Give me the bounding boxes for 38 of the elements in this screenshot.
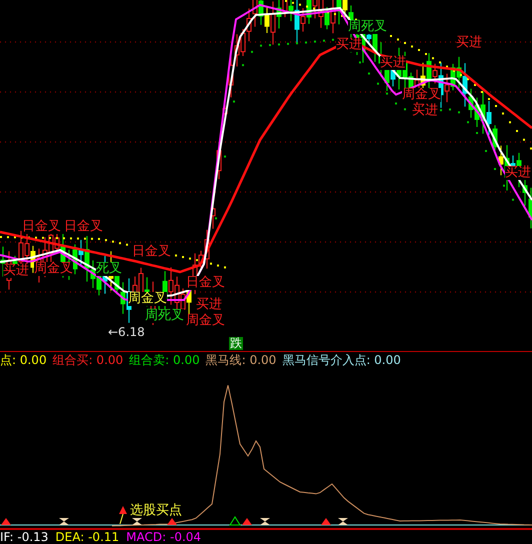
- legend-item: DEA: -0.11: [55, 531, 120, 544]
- chart-annotation: 日金叉: [186, 276, 225, 290]
- chart-annotation: 周金叉: [186, 314, 225, 328]
- chart-annotation: 买进: [412, 104, 438, 118]
- chart-annotation: 日金叉: [22, 220, 61, 234]
- chart-annotation: 周金叉: [402, 88, 441, 102]
- legend-item: 黑马线: 0.00: [206, 354, 276, 366]
- hourglass-marker: [59, 518, 69, 525]
- legend-item: IF: -0.13: [0, 531, 48, 544]
- chart-annotation: 周死叉: [348, 20, 387, 34]
- arrow-icon: [119, 506, 127, 524]
- legend-item: 黑马信号介入点: 0.00: [282, 354, 401, 366]
- legend-item: MACD: -0.04: [126, 531, 202, 544]
- chart-annotation: 日金叉: [132, 245, 171, 259]
- hourglass-marker: [132, 518, 142, 525]
- chart-annotation: 买进: [336, 38, 362, 52]
- chart-annotation: 买进: [3, 264, 29, 278]
- chart-annotation: 日金叉: [64, 220, 103, 234]
- chart-annotation: 买进: [196, 298, 222, 312]
- hourglass-marker: [260, 518, 270, 525]
- triangle-marker: [167, 518, 177, 525]
- triangle-marker: [321, 518, 331, 525]
- chart-annotation: 买进: [456, 36, 482, 50]
- chart-annotation: 选股买点: [130, 504, 182, 518]
- chart-annotation: 死叉: [96, 262, 122, 276]
- hourglass-marker: [338, 518, 348, 525]
- price-label: ←6.18: [108, 326, 145, 339]
- chart-annotation: 买进: [505, 166, 531, 180]
- chart-annotation: 周金叉: [34, 262, 73, 276]
- legend-item: 组合卖: 0.00: [129, 354, 200, 366]
- chart-annotation: 周金叉: [128, 292, 167, 306]
- signal-badge: 跌: [229, 337, 243, 350]
- triangle-marker: [1, 518, 11, 525]
- legend-item: 组合买: 0.00: [52, 354, 124, 366]
- legend-item: 点: 0.00: [0, 354, 47, 366]
- triangle-marker: [229, 516, 241, 526]
- chart-annotation: 周死叉: [145, 309, 184, 323]
- chart-annotation: 买进: [380, 56, 406, 70]
